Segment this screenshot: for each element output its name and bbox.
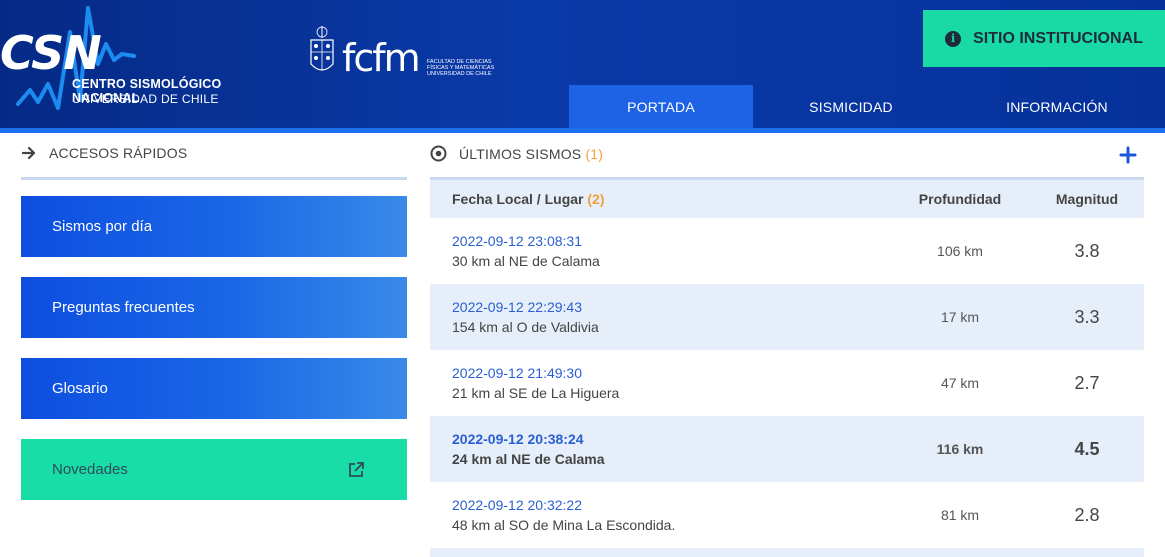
csn-logo[interactable]: CSN CENTRO SISMOLÓGICO NACIONAL UNIVERSI…	[0, 4, 290, 116]
header-divider	[0, 128, 1165, 133]
table-row[interactable]: 2022-09-12 23:08:31 30 km al NE de Calam…	[430, 218, 1144, 284]
quick-link-glosario[interactable]: Glosario	[21, 358, 407, 419]
column-note: (2)	[587, 191, 605, 207]
quake-depth: 106 km	[937, 243, 983, 259]
table-row-partial	[430, 548, 1144, 557]
quick-link-label: Sismos por día	[52, 218, 153, 235]
plus-icon[interactable]	[1119, 146, 1137, 164]
table-row[interactable]: 2022-09-12 22:29:43 154 km al O de Valdi…	[430, 284, 1144, 350]
latest-quakes-title: ÚLTIMOS SISMOS	[459, 145, 582, 162]
quake-date[interactable]: 2022-09-12 20:32:22	[452, 495, 890, 515]
institutional-site-button[interactable]: i SITIO INSTITUCIONAL	[923, 10, 1165, 67]
target-icon	[430, 145, 447, 162]
quake-depth: 17 km	[940, 309, 980, 325]
main-nav: PORTADA SISMICIDAD INFORMACIÓN	[569, 85, 1165, 128]
quake-magnitude: 2.7	[1074, 372, 1100, 393]
quake-place: 154 km al O de Valdivia	[452, 319, 599, 335]
institutional-site-label: SITIO INSTITUCIONAL	[973, 29, 1143, 47]
university-seal-icon	[310, 26, 334, 71]
fcfm-logo[interactable]: fcfm	[342, 38, 421, 78]
table-row[interactable]: 2022-09-12 20:38:24 24 km al NE de Calam…	[430, 416, 1144, 482]
latest-quakes-heading: ÚLTIMOS SISMOS (1)	[430, 145, 603, 162]
column-date-place: Fecha Local / Lugar (2)	[452, 191, 605, 207]
quick-link-novedades[interactable]: Novedades	[21, 439, 407, 500]
tab-portada[interactable]: PORTADA	[569, 85, 753, 128]
external-link-icon	[349, 461, 364, 477]
quake-magnitude: 2.8	[1074, 504, 1100, 525]
quick-link-label: Preguntas frecuentes	[52, 299, 195, 316]
quake-depth: 81 km	[940, 507, 980, 523]
quakes-table: Fecha Local / Lugar (2) Profundidad Magn…	[430, 180, 1144, 548]
quick-link-sismos-por-dia[interactable]: Sismos por día	[21, 196, 407, 257]
table-header: Fecha Local / Lugar (2) Profundidad Magn…	[430, 180, 1144, 218]
quick-access-title: ACCESOS RÁPIDOS	[49, 145, 188, 161]
table-row[interactable]: 2022-09-12 21:49:30 21 km al SE de La Hi…	[430, 350, 1144, 416]
site-header: CSN CENTRO SISMOLÓGICO NACIONAL UNIVERSI…	[0, 0, 1165, 128]
fcfm-logo-subtitle: FACULTAD DE CIENCIAS FÍSICAS Y MATEMÁTIC…	[427, 59, 495, 77]
csn-logo-text: CSN	[0, 26, 102, 80]
quick-link-label: Novedades	[52, 461, 128, 478]
quake-place: 48 km al SO de Mina La Escondida.	[452, 517, 676, 533]
column-magnitude: Magnitud	[1055, 191, 1119, 207]
quake-magnitude: 3.3	[1074, 306, 1100, 327]
quake-date[interactable]: 2022-09-12 20:38:24	[452, 429, 890, 449]
quake-magnitude: 3.8	[1074, 240, 1100, 261]
quake-date[interactable]: 2022-09-12 22:29:43	[452, 297, 890, 317]
csn-logo-university: UNIVERSIDAD DE CHILE	[72, 92, 219, 106]
column-depth: Profundidad	[918, 191, 1002, 207]
tab-sismicidad[interactable]: SISMICIDAD	[753, 85, 949, 128]
quake-place: 21 km al SE de La Higuera	[452, 385, 620, 401]
info-icon: i	[945, 30, 962, 47]
quake-depth: 47 km	[940, 375, 980, 391]
quake-place: 30 km al NE de Calama	[452, 253, 600, 269]
quake-magnitude: 4.5	[1074, 438, 1100, 459]
table-row[interactable]: 2022-09-12 20:32:22 48 km al SO de Mina …	[430, 482, 1144, 548]
quick-access-rule	[21, 177, 407, 180]
quake-date[interactable]: 2022-09-12 21:49:30	[452, 363, 890, 383]
quick-link-label: Glosario	[52, 380, 108, 397]
quick-access-heading: ACCESOS RÁPIDOS	[22, 145, 187, 161]
arrow-right-icon	[22, 146, 36, 160]
quick-link-preguntas-frecuentes[interactable]: Preguntas frecuentes	[21, 277, 407, 338]
quake-place: 24 km al NE de Calama	[452, 451, 605, 467]
quake-date[interactable]: 2022-09-12 23:08:31	[452, 231, 890, 251]
latest-quakes-note: (1)	[585, 145, 604, 162]
quake-depth: 116 km	[936, 441, 984, 457]
tab-informacion[interactable]: INFORMACIÓN	[949, 85, 1165, 128]
